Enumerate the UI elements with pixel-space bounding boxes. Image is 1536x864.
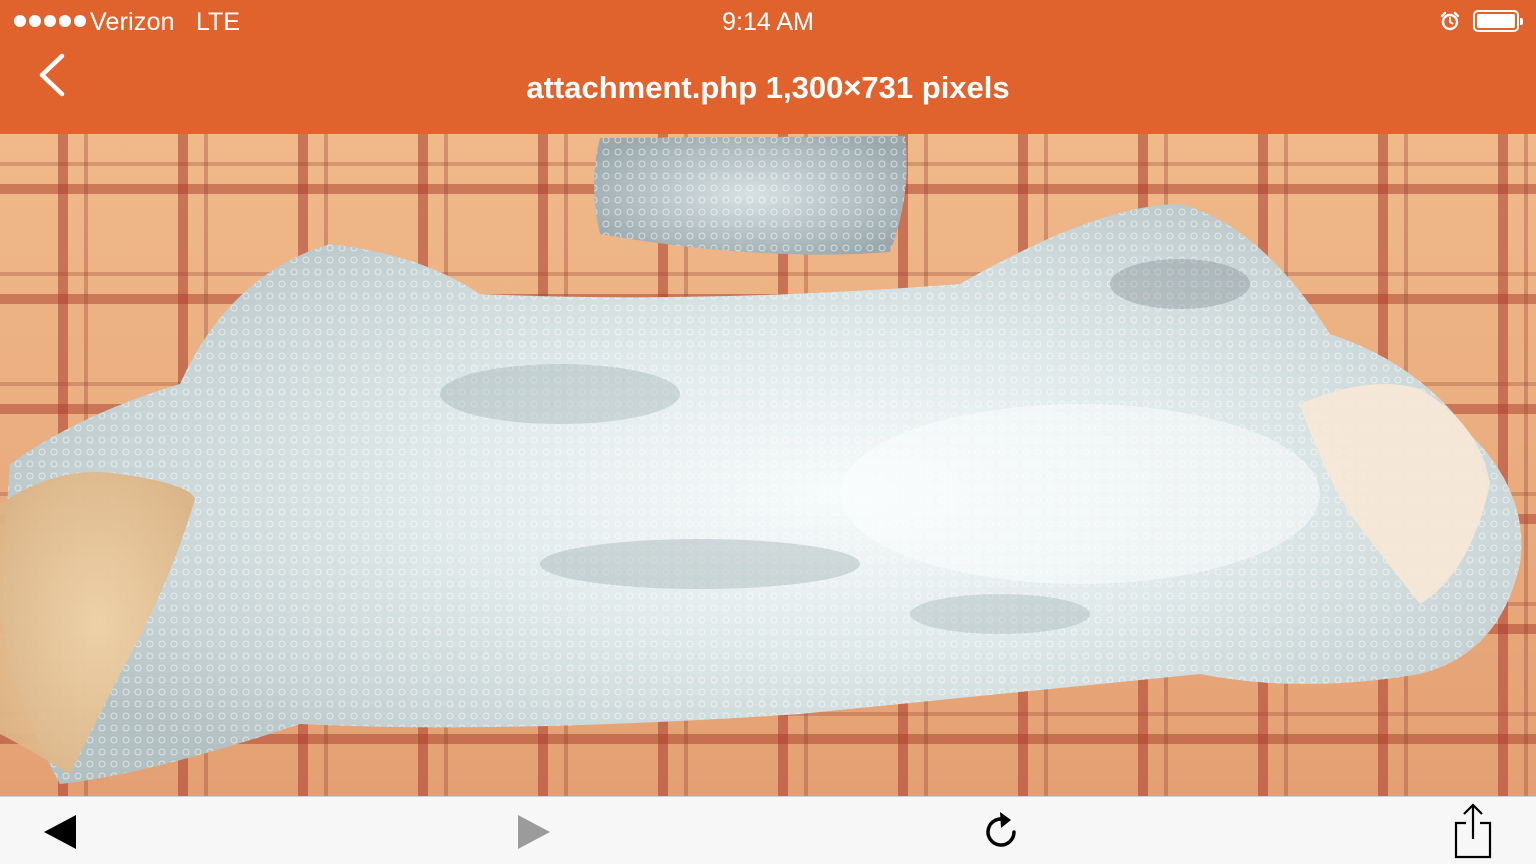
status-bar: Verizon LTE 9:14 AM bbox=[0, 0, 1536, 44]
photo-content bbox=[0, 136, 1522, 784]
safari-screen: Verizon LTE 9:14 AM attachment.php 1,300… bbox=[0, 0, 1536, 864]
battery-icon bbox=[1473, 10, 1523, 32]
browser-toolbar bbox=[0, 796, 1536, 864]
header-bar: Verizon LTE 9:14 AM attachment.php 1,300… bbox=[0, 0, 1536, 134]
attachment-image bbox=[0, 134, 1536, 796]
reload-icon bbox=[986, 812, 1016, 847]
triangle-left-icon bbox=[44, 815, 76, 849]
triangle-right-icon bbox=[518, 815, 550, 849]
status-time: 9:14 AM bbox=[722, 8, 814, 36]
small-wrapped-package bbox=[594, 136, 907, 255]
page-title: attachment.php 1,300×731 pixels bbox=[526, 70, 1010, 105]
share-icon bbox=[1454, 803, 1492, 859]
reload-button[interactable] bbox=[976, 807, 1026, 857]
page-back-button[interactable] bbox=[36, 807, 86, 857]
share-button[interactable] bbox=[1448, 801, 1498, 861]
alarm-clock-icon bbox=[1440, 11, 1460, 31]
bubble-wrapped-object bbox=[0, 204, 1522, 784]
page-forward-button[interactable] bbox=[508, 807, 558, 857]
